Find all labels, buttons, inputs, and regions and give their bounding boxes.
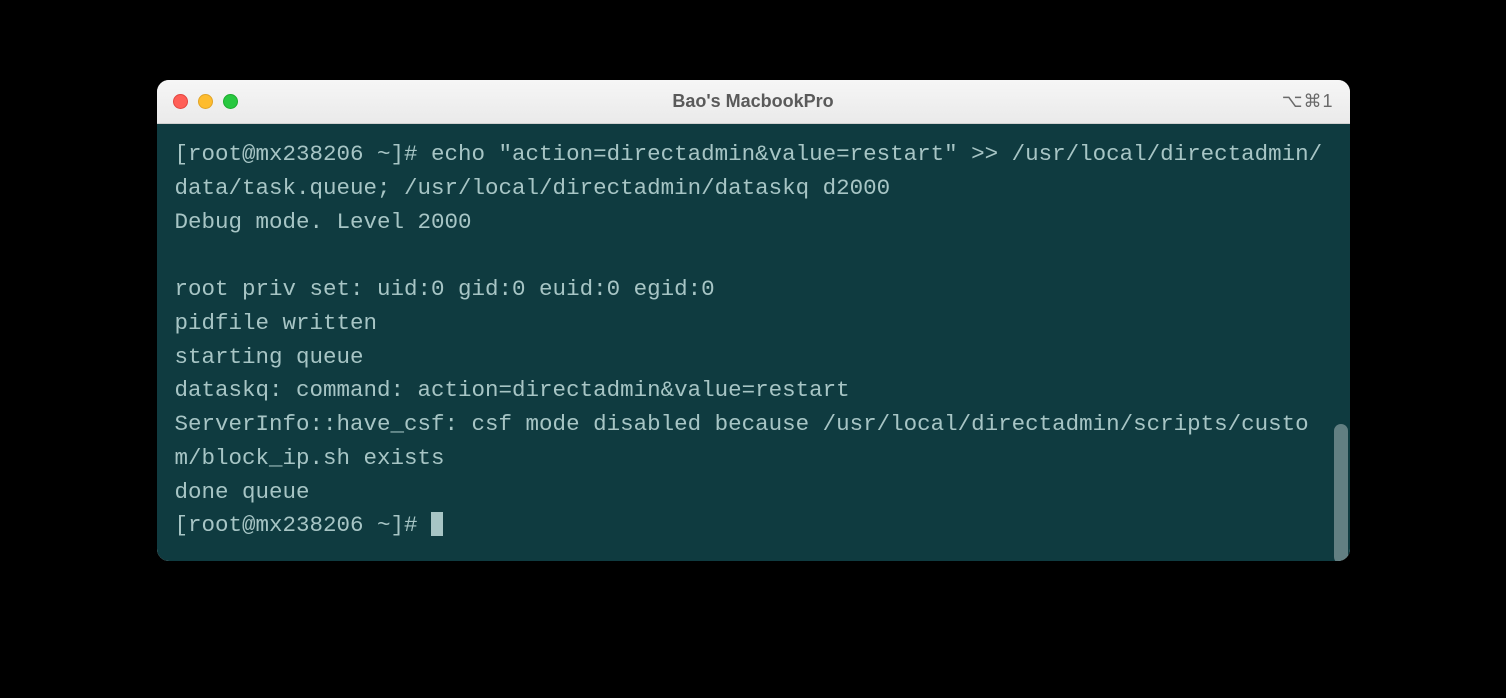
terminal-line: starting queue [175,344,364,370]
zoom-icon[interactable] [223,94,238,109]
terminal-output: [root@mx238206 ~]# echo "action=directad… [175,138,1332,543]
terminal-window: Bao's MacbookPro ⌥⌘1 [root@mx238206 ~]# … [157,80,1350,561]
terminal-line: Debug mode. Level 2000 [175,209,472,235]
terminal-prompt: [root@mx238206 ~]# [175,512,432,538]
terminal-line: [root@mx238206 ~]# echo "action=directad… [175,141,1323,201]
scrollbar-thumb[interactable] [1334,424,1348,561]
terminal-line: pidfile written [175,310,378,336]
terminal-body[interactable]: [root@mx238206 ~]# echo "action=directad… [157,124,1350,561]
window-shortcut: ⌥⌘1 [1282,91,1334,112]
titlebar[interactable]: Bao's MacbookPro ⌥⌘1 [157,80,1350,124]
minimize-icon[interactable] [198,94,213,109]
terminal-line: dataskq: command: action=directadmin&val… [175,377,850,403]
terminal-line: done queue [175,479,310,505]
cursor-icon [431,512,443,536]
terminal-line: ServerInfo::have_csf: csf mode disabled … [175,411,1309,471]
close-icon[interactable] [173,94,188,109]
terminal-line: root priv set: uid:0 gid:0 euid:0 egid:0 [175,276,715,302]
traffic-lights [173,94,238,109]
window-title: Bao's MacbookPro [672,91,833,112]
